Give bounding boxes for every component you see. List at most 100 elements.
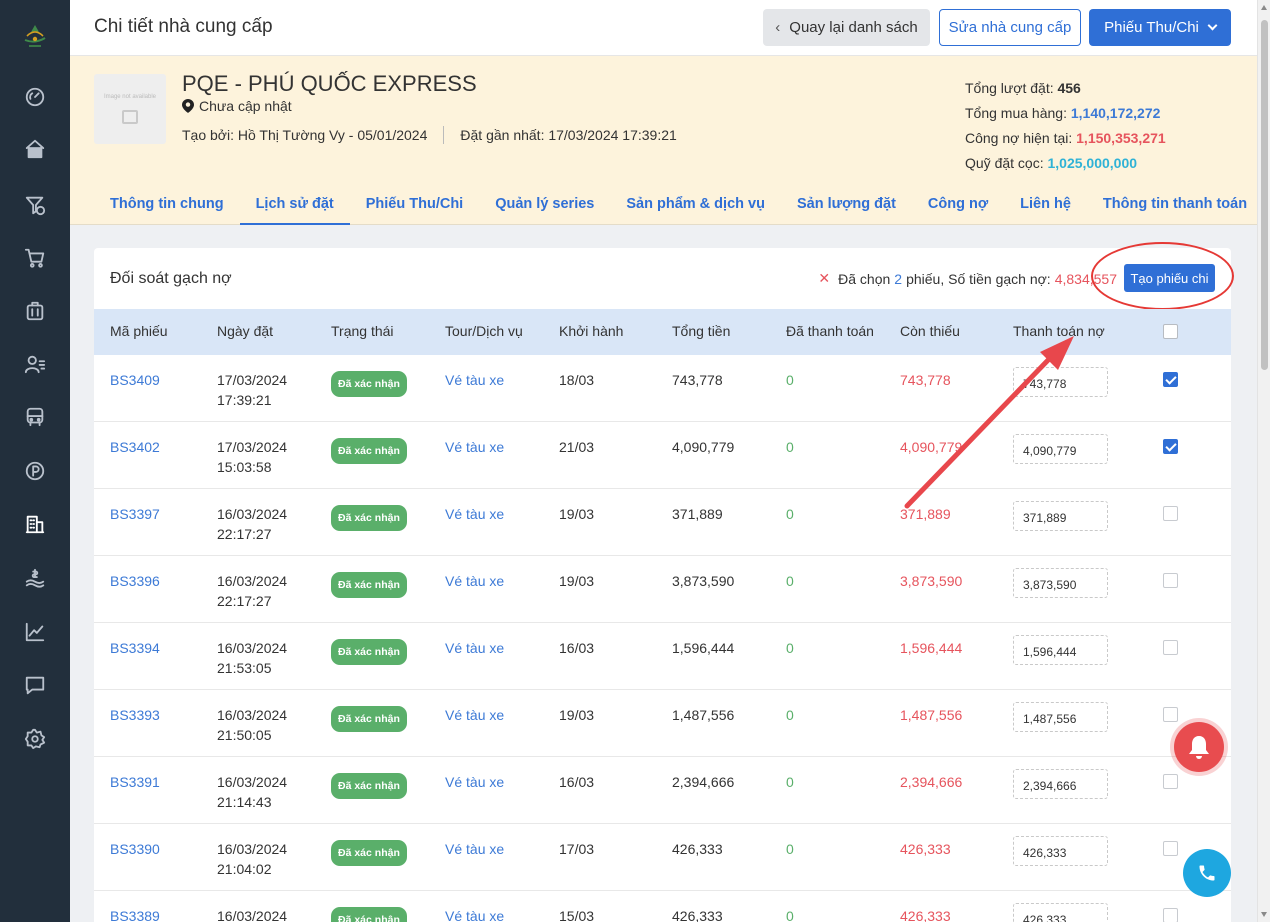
building-icon[interactable]	[23, 512, 47, 536]
order-date: 16/03/2024 21:50:05	[217, 705, 287, 745]
tour-link[interactable]: Vé tàu xe	[445, 638, 504, 658]
start-date: 19/03	[559, 707, 595, 723]
edit-supplier-button[interactable]: Sửa nhà cung cấp	[939, 9, 1081, 46]
back-to-list-button[interactable]: ‹ Quay lại danh sách	[763, 9, 930, 46]
debt-payment-input[interactable]: 371,889	[1013, 501, 1108, 531]
tour-link[interactable]: Vé tàu xe	[445, 839, 504, 859]
dashboard-icon[interactable]	[23, 85, 47, 109]
image-placeholder-icon	[122, 110, 138, 124]
start-date: 18/03	[559, 372, 595, 388]
tour-link[interactable]: Vé tàu xe	[445, 571, 504, 591]
money-wave-icon[interactable]	[23, 566, 47, 590]
row-checkbox[interactable]	[1163, 841, 1178, 856]
order-id-link[interactable]: BS3389	[110, 906, 160, 922]
order-id-link[interactable]: BS3397	[110, 504, 160, 524]
debt-payment-input[interactable]: 743,778	[1013, 367, 1108, 397]
order-date: 16/03/2024 22:17:27	[217, 571, 287, 611]
tab-item[interactable]: Phiếu Thu/Chi	[350, 188, 479, 225]
receipt-dropdown-label: Phiếu Thu/Chi	[1104, 19, 1199, 36]
supplier-stats: Tổng lượt đặt: 456 Tổng mua hàng: 1,140,…	[965, 76, 1166, 176]
notification-bell-button[interactable]	[1174, 722, 1224, 772]
debt-payment-input[interactable]: 426,333	[1013, 836, 1108, 866]
status-badge: Đã xác nhận	[331, 639, 407, 665]
row-checkbox[interactable]	[1163, 707, 1178, 722]
stat-debt-value: 1,150,353,271	[1076, 130, 1166, 146]
debt-payment-input[interactable]: 426,333	[1013, 903, 1108, 922]
tab-item[interactable]: Quản lý series	[479, 188, 610, 225]
debt-payment-input[interactable]: 1,596,444	[1013, 635, 1108, 665]
call-button[interactable]	[1183, 849, 1231, 897]
row-checkbox[interactable]	[1163, 640, 1178, 655]
selected-middle: phiếu, Số tiền gạch nợ:	[906, 270, 1051, 287]
tab-item[interactable]: Sản phẩm & dịch vụ	[610, 188, 781, 225]
selection-summary: ✕ Đã chọn 2 phiếu, Số tiền gạch nợ: 4,83…	[818, 270, 1117, 287]
main-content: Chi tiết nhà cung cấp ‹ Quay lại danh sá…	[70, 0, 1257, 922]
supplier-avatar: Image not available	[94, 74, 166, 144]
logo-icon[interactable]	[22, 22, 48, 52]
debt-payment-input[interactable]: 4,090,779	[1013, 434, 1108, 464]
users-icon[interactable]	[23, 352, 47, 376]
settings-icon[interactable]	[23, 727, 47, 751]
tour-link[interactable]: Vé tàu xe	[445, 437, 504, 457]
row-checkbox[interactable]	[1163, 573, 1178, 588]
bus-icon[interactable]	[23, 405, 47, 429]
select-all-checkbox[interactable]	[1163, 324, 1178, 339]
clear-selection-icon[interactable]: ✕	[818, 270, 830, 287]
status-badge-label: Đã xác nhận	[331, 639, 407, 665]
remaining-amount: 1,487,556	[900, 707, 963, 723]
page-scrollbar[interactable]	[1257, 0, 1270, 922]
start-date: 17/03	[559, 841, 595, 857]
row-checkbox[interactable]	[1163, 506, 1178, 521]
selected-amount: 4,834,557	[1054, 270, 1117, 287]
tour-link[interactable]: Vé tàu xe	[445, 504, 504, 524]
supplier-header: Image not available PQE - PHÚ QUỐC EXPRE…	[70, 56, 1257, 225]
order-id-link[interactable]: BS3393	[110, 705, 160, 725]
order-id-link[interactable]: BS3409	[110, 370, 160, 390]
tour-link[interactable]: Vé tàu xe	[445, 705, 504, 725]
debt-payment-input[interactable]: 1,487,556	[1013, 702, 1108, 732]
order-id-link[interactable]: BS3391	[110, 772, 160, 792]
address-text: Chưa cập nhật	[199, 98, 292, 114]
chat-icon[interactable]	[23, 673, 47, 697]
tour-link[interactable]: Vé tàu xe	[445, 772, 504, 792]
row-checkbox[interactable]	[1163, 908, 1178, 922]
row-checkbox[interactable]	[1163, 372, 1178, 387]
tab-item[interactable]: Lịch sử đặt	[239, 188, 350, 225]
tab-item[interactable]: Sản lượng đặt	[781, 188, 912, 225]
debt-payment-input[interactable]: 3,873,590	[1013, 568, 1108, 598]
row-checkbox[interactable]	[1163, 439, 1178, 454]
briefcase-icon[interactable]	[23, 299, 47, 323]
create-payment-button[interactable]: Tạo phiếu chi	[1124, 264, 1215, 292]
scroll-up-icon[interactable]	[1261, 5, 1267, 10]
total-amount: 743,778	[672, 372, 723, 388]
debt-payment-input[interactable]: 2,394,666	[1013, 769, 1108, 799]
order-date-time: 21:04:02	[217, 861, 272, 877]
row-checkbox[interactable]	[1163, 774, 1178, 789]
home-icon[interactable]	[23, 137, 47, 161]
receipt-dropdown-button[interactable]: Phiếu Thu/Chi	[1089, 9, 1231, 46]
order-id-link[interactable]: BS3394	[110, 638, 160, 658]
tab-item[interactable]: Thông tin thanh toán	[1087, 188, 1257, 225]
order-id-link[interactable]: BS3396	[110, 571, 160, 591]
status-badge: Đã xác nhận	[331, 840, 407, 866]
tab-item[interactable]: Liên hệ	[1004, 188, 1087, 225]
parking-icon[interactable]	[23, 459, 47, 483]
filter-money-icon[interactable]	[23, 193, 47, 217]
tab-item[interactable]: Thông tin chung	[94, 188, 240, 225]
chart-icon[interactable]	[23, 620, 47, 644]
tour-link[interactable]: Vé tàu xe	[445, 370, 504, 390]
stat-orders-value: 456	[1057, 80, 1081, 96]
scroll-down-icon[interactable]	[1261, 912, 1267, 917]
cart-icon[interactable]	[23, 246, 47, 270]
total-amount: 371,889	[672, 506, 723, 522]
order-id-link[interactable]: BS3390	[110, 839, 160, 859]
tour-link[interactable]: Vé tàu xe	[445, 906, 504, 922]
total-amount: 1,596,444	[672, 640, 735, 656]
order-date: 17/03/2024 17:39:21	[217, 370, 287, 410]
order-id-link[interactable]: BS3402	[110, 437, 160, 457]
tab-item[interactable]: Công nợ	[912, 188, 1004, 225]
order-date: 17/03/2024 15:03:58	[217, 437, 287, 477]
stat-purchases-value: 1,140,172,272	[1070, 105, 1161, 121]
paid-amount: 0	[786, 573, 794, 589]
scrollbar-thumb[interactable]	[1261, 20, 1268, 370]
